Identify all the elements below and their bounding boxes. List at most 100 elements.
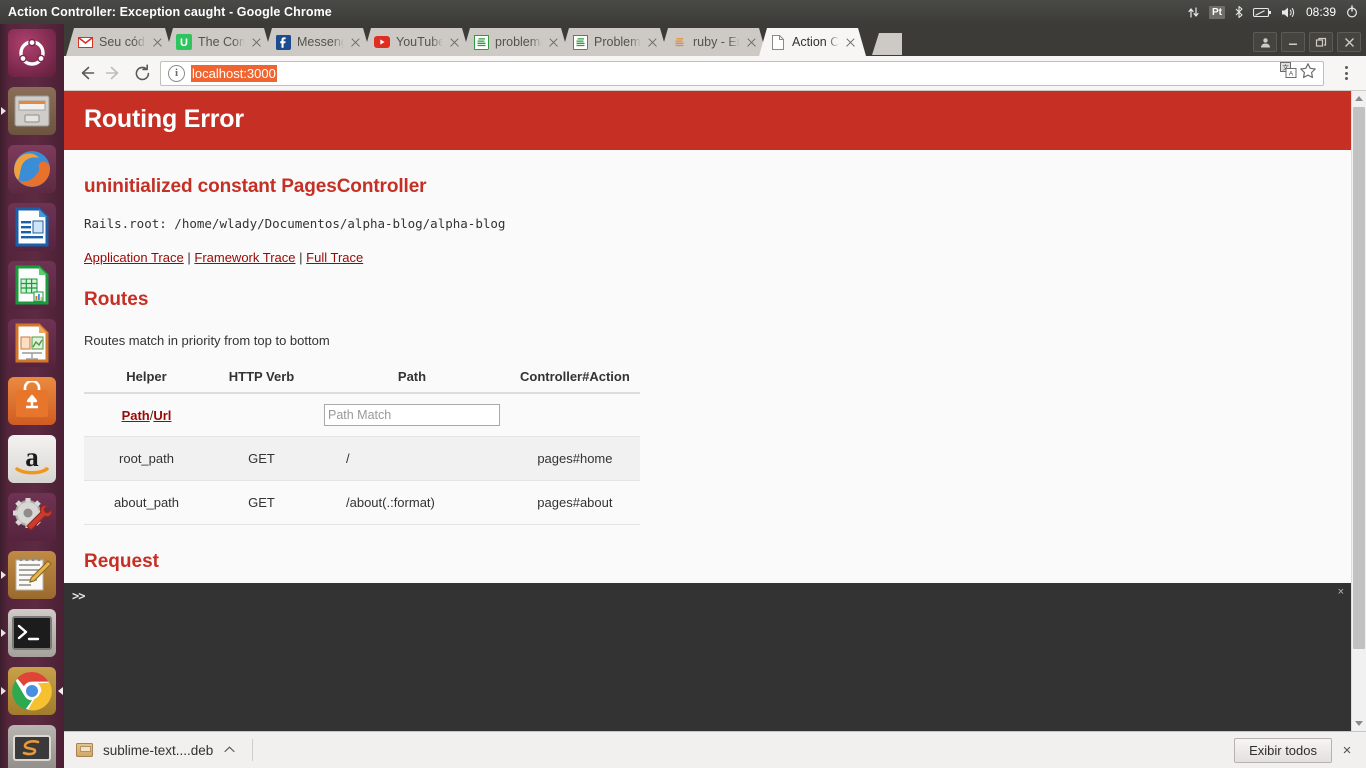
tab-close-icon[interactable] xyxy=(744,35,759,50)
libreoffice-writer-icon xyxy=(8,203,56,251)
tab-close-icon[interactable] xyxy=(843,35,858,50)
tab-close-icon[interactable] xyxy=(249,35,264,50)
sync-icon[interactable] xyxy=(1187,0,1200,24)
chevron-up-icon[interactable] xyxy=(224,745,235,755)
tab-close-icon[interactable] xyxy=(645,35,660,50)
cell-controller-action: pages#home xyxy=(510,436,640,481)
back-button[interactable] xyxy=(72,59,100,87)
routes-table: Helper HTTP Verb Path Controller#Action … xyxy=(84,366,640,525)
tab-close-icon[interactable] xyxy=(150,35,165,50)
tab-close-icon[interactable] xyxy=(546,35,561,50)
trace-separator: | xyxy=(299,250,303,265)
col-header-http-verb: HTTP Verb xyxy=(209,366,314,394)
console-prompt: >> xyxy=(72,589,85,603)
translate-icon[interactable]: 文A xyxy=(1280,62,1297,84)
clock[interactable]: 08:39 xyxy=(1306,5,1336,19)
launcher-item-firefox[interactable] xyxy=(0,140,64,198)
stackoverflow-icon xyxy=(473,34,489,50)
url-link[interactable]: Url xyxy=(153,408,171,423)
amazon-icon: a xyxy=(8,435,56,483)
download-file-name: sublime-text....deb xyxy=(103,742,214,758)
launcher-item-ubuntu-dash[interactable] xyxy=(0,24,64,82)
new-tab-button[interactable] xyxy=(872,33,902,55)
browser-toolbar: i localhost:3000 文A xyxy=(64,56,1366,91)
launcher-item-libreoffice-calc[interactable] xyxy=(0,256,64,314)
tab-ruby-error[interactable]: ruby - Error xyxy=(660,28,767,56)
launcher-item-libreoffice-impress[interactable] xyxy=(0,314,64,372)
application-trace-link[interactable]: Application Trace xyxy=(84,250,184,265)
scroll-down-arrow-icon[interactable] xyxy=(1352,716,1366,731)
rails-web-console[interactable]: >> × xyxy=(64,583,1351,731)
chrome-menu-button[interactable] xyxy=(1334,59,1358,87)
tab-close-icon[interactable] xyxy=(447,35,462,50)
battery-icon[interactable] xyxy=(1252,0,1272,24)
downloads-bar: sublime-text....deb Exibir todos × xyxy=(64,731,1366,768)
tab-action-controller[interactable]: Action Cont xyxy=(759,28,866,56)
address-bar[interactable]: i localhost:3000 文A xyxy=(160,60,1324,86)
launcher-item-amazon[interactable]: a xyxy=(0,430,64,488)
minimize-icon[interactable] xyxy=(1281,32,1305,52)
download-item[interactable]: sublime-text....deb xyxy=(74,736,241,764)
request-section-title: Request xyxy=(84,551,159,572)
url-text[interactable]: localhost:3000 xyxy=(191,64,277,82)
col-header-helper: Helper xyxy=(84,366,209,394)
cell-verb: GET xyxy=(209,436,314,481)
bluetooth-icon[interactable] xyxy=(1234,0,1244,24)
reload-button[interactable] xyxy=(128,59,156,87)
launcher-item-terminal[interactable] xyxy=(0,604,64,662)
keyboard-layout-indicator[interactable]: Pt xyxy=(1208,5,1225,19)
tab-close-icon[interactable] xyxy=(348,35,363,50)
tab-problemas-1[interactable]: problemas xyxy=(462,28,569,56)
launcher-item-google-chrome[interactable] xyxy=(0,662,64,720)
omnibox-actions: 文A xyxy=(1280,62,1319,85)
site-info-icon[interactable]: i xyxy=(168,64,185,82)
scroll-up-arrow-icon[interactable] xyxy=(1352,91,1366,106)
search-row-empty-verb xyxy=(209,393,314,437)
console-close-icon[interactable]: × xyxy=(1338,586,1344,598)
close-icon[interactable] xyxy=(1337,32,1361,52)
cell-path: /about(.:format) xyxy=(314,480,510,525)
path-link[interactable]: Path xyxy=(122,408,150,423)
launcher-item-system-settings[interactable] xyxy=(0,488,64,546)
account-avatar-icon[interactable] xyxy=(1253,32,1277,52)
text-editor-icon xyxy=(8,551,56,599)
close-downloads-bar-icon[interactable]: × xyxy=(1334,736,1360,764)
table-row: about_path GET /about(.:format) pages#ab… xyxy=(84,480,640,525)
svg-text:A: A xyxy=(1289,71,1294,78)
launcher-item-sublime-text[interactable] xyxy=(0,720,64,768)
power-gear-icon[interactable] xyxy=(1345,0,1359,24)
tab-the-complete[interactable]: U The Comple xyxy=(165,28,272,56)
full-trace-link[interactable]: Full Trace xyxy=(306,250,363,265)
page-viewport: Routing Error uninitialized constant Pag… xyxy=(64,91,1366,731)
launcher-item-text-editor[interactable] xyxy=(0,546,64,604)
tab-messenger[interactable]: Messenger xyxy=(264,28,371,56)
volume-icon[interactable] xyxy=(1281,0,1297,24)
forward-button[interactable] xyxy=(100,59,128,87)
launcher-item-libreoffice-writer[interactable] xyxy=(0,198,64,256)
tab-seu-codigo[interactable]: Seu código xyxy=(66,28,173,56)
tab-strip: Seu código U The Comple Messenger YouTub… xyxy=(64,24,1366,56)
stackoverflow-ruby-icon xyxy=(671,34,687,50)
files-icon xyxy=(8,87,56,135)
show-all-downloads-button[interactable]: Exibir todos xyxy=(1234,737,1332,763)
menu-dot xyxy=(1344,77,1348,80)
udemy-icon: U xyxy=(176,34,192,50)
running-indicator-left-icon xyxy=(1,687,6,695)
tab-youtube[interactable]: YouTube xyxy=(363,28,470,56)
downloads-divider xyxy=(252,739,254,761)
tab-title: Seu código xyxy=(99,35,148,49)
sublime-text-icon xyxy=(8,725,56,768)
running-indicator-left-icon xyxy=(1,629,6,637)
page-scrollbar[interactable] xyxy=(1351,91,1366,731)
framework-trace-link[interactable]: Framework Trace xyxy=(194,250,295,265)
panel-indicators: Pt 08:39 xyxy=(1187,0,1366,24)
scrollbar-thumb[interactable] xyxy=(1353,107,1365,649)
trace-separator: | xyxy=(187,250,191,265)
launcher-item-ubuntu-software[interactable] xyxy=(0,372,64,430)
maximize-icon[interactable] xyxy=(1309,32,1333,52)
launcher-item-files[interactable] xyxy=(0,82,64,140)
bookmark-star-icon[interactable] xyxy=(1299,62,1317,85)
libreoffice-impress-icon xyxy=(8,319,56,367)
path-match-input[interactable] xyxy=(324,404,500,426)
tab-problemas-2[interactable]: Problemas xyxy=(561,28,668,56)
